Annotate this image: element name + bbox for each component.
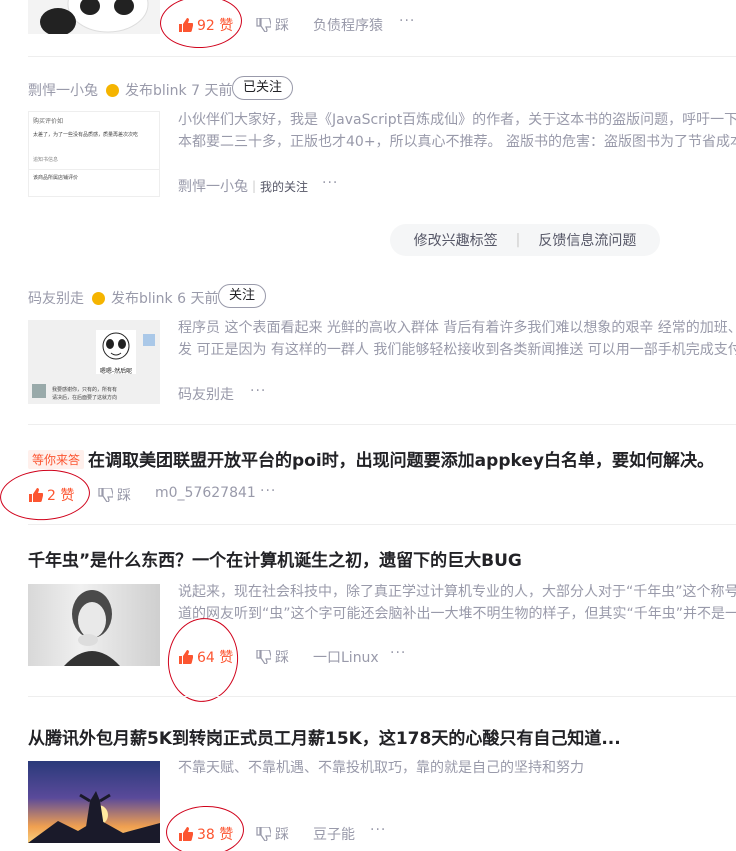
more-options-button[interactable]: ··· xyxy=(390,645,406,661)
more-options-button[interactable]: ··· xyxy=(370,822,386,838)
question-author[interactable]: m0_57627841 xyxy=(155,485,256,501)
separator: | xyxy=(252,179,257,193)
blink-author[interactable]: 剽悍一小兔 xyxy=(28,80,98,100)
thumbs-down-icon xyxy=(256,650,271,664)
verified-badge-icon xyxy=(92,291,105,305)
article-title[interactable]: 从腾讯外包月薪5K到转岗正式员工月薪15K，这178天的心酸只有自己知道... xyxy=(28,724,621,749)
feed-divider xyxy=(28,696,736,697)
thumbs-up-icon xyxy=(29,488,43,502)
like-button[interactable]: 2 赞 xyxy=(28,485,74,505)
question-title[interactable]: 在调取美团联盟开放平台的poi时，出现问题要添加appkey白名单，要如何解决。 xyxy=(88,446,714,471)
blink-footer: 剽悍一小兔 | 我的关注 xyxy=(178,176,308,196)
follow-button[interactable]: 关注 xyxy=(218,284,267,308)
chat-line-2: 请决后，在后面要了这就方向 xyxy=(52,395,118,401)
like-button[interactable]: 64 赞 xyxy=(178,647,233,667)
blink-thumbnail-meme[interactable]: 嗯嗯-然后呢 我要感谢你，只有的，所有有 请决后，在后面要了这就方向 xyxy=(28,320,160,404)
thumb-text-3: 追知书信息 xyxy=(33,157,59,163)
more-options-button[interactable]: ··· xyxy=(250,383,266,399)
more-options-button[interactable]: ··· xyxy=(322,175,338,191)
blink-text-line-2[interactable]: 发 可正是因为 有这样的一群人 我们能够轻松接收到各类新闻推送 可以用一部手机完… xyxy=(178,338,736,362)
following-tag: 我的关注 xyxy=(260,179,309,194)
thumb-text-2: 太差了，为了一些没有品质感，质量再差次次吃 xyxy=(33,132,139,138)
panda-image-icon xyxy=(40,0,149,34)
blink-text-line-1[interactable]: 小伙伴们大家好，我是《JavaScript百炼成仙》的作者，关于这本书的盗版问题… xyxy=(178,108,736,132)
feed-divider xyxy=(28,56,736,57)
article-summary-line-2[interactable]: 道的网友听到“虫”这个字可能还会脑补出一大堆不明生物的样子，但其实“千年虫”并不… xyxy=(178,602,736,626)
portrait-photo-icon xyxy=(64,590,120,666)
verified-badge-icon xyxy=(106,83,119,97)
meme-panel: 嗯嗯-然后呢 xyxy=(96,330,136,375)
like-button[interactable]: 92 赞 xyxy=(178,15,233,35)
chat-line-1: 我要感谢你，只有的，所有有 xyxy=(52,387,118,393)
like-button[interactable]: 38 赞 xyxy=(178,824,233,844)
dislike-button[interactable]: 踩 xyxy=(256,647,289,667)
feedback-feed-issue-link[interactable]: 反馈信息流问题 xyxy=(538,230,636,250)
blink-thumbnail-review[interactable]: 购买评价如 太差了，为了一些没有品质感，质量再差次次吃 追知书信息 该商品所属店… xyxy=(28,111,160,197)
avatar xyxy=(32,384,46,398)
more-options-button[interactable]: ··· xyxy=(399,13,415,29)
article-thumbnail-sunset[interactable] xyxy=(28,761,160,843)
article-summary[interactable]: 不靠天赋、不靠机遇、不靠投机取巧，靠的就是自己的坚持和努力 xyxy=(178,756,736,780)
feed-divider xyxy=(28,524,736,525)
like-count: 38 赞 xyxy=(197,827,234,843)
blink-meta: 发布blink 7 天前 xyxy=(125,83,233,99)
like-count: 2 赞 xyxy=(47,488,75,504)
thumbs-up-icon xyxy=(179,827,193,841)
article-thumbnail-panda[interactable] xyxy=(28,0,160,34)
like-count: 64 赞 xyxy=(197,650,234,666)
blink-text-line-2[interactable]: 本都要二三十多，正版也才40+，所以真心不推荐。 盗版书的危害：盗版图书为了节省… xyxy=(178,130,736,154)
dislike-label: 踩 xyxy=(275,650,289,666)
article-title[interactable]: 千年虫”是什么东西？一个在计算机诞生之初，遗留下的巨大BUG xyxy=(28,546,522,571)
thumbs-down-icon xyxy=(256,827,271,841)
more-options-button[interactable]: ··· xyxy=(260,483,276,499)
blink-footer-author[interactable]: 剽悍一小兔 xyxy=(178,176,248,196)
thumbs-up-icon xyxy=(179,650,193,664)
dislike-button[interactable]: 踩 xyxy=(256,15,289,35)
article-summary-line-1[interactable]: 说起来，现在社会科技中，除了真正学过计算机专业的人，大部分人对于“千年虫”这个称… xyxy=(178,580,736,604)
thumbs-up-icon xyxy=(179,18,193,32)
avatar xyxy=(143,334,155,346)
dislike-label: 踩 xyxy=(117,488,131,504)
blink-footer-author[interactable]: 码友别走 xyxy=(178,384,234,404)
edit-interest-tags-link[interactable]: 修改兴趣标签 xyxy=(414,230,498,250)
thumbs-down-icon xyxy=(256,18,271,32)
feed-divider xyxy=(28,424,736,425)
panda-meme-icon xyxy=(102,332,130,360)
blink-header: 码友别走 发布blink 6 天前 xyxy=(28,288,218,308)
article-thumbnail-portrait[interactable] xyxy=(28,584,160,666)
article-author[interactable]: 负债程序猿 xyxy=(313,15,383,35)
answer-request-tag: 等你来答 xyxy=(28,450,85,469)
silhouette-photo-icon xyxy=(28,791,160,843)
thumb-text-4: 该商品所属店铺评价 xyxy=(33,175,79,181)
dislike-label: 踩 xyxy=(275,18,289,34)
article-author[interactable]: 一口Linux xyxy=(313,647,379,667)
article-author[interactable]: 豆子能 xyxy=(313,824,355,844)
blink-meta: 发布blink 6 天前 xyxy=(111,291,219,307)
meme-caption: 嗯嗯-然后呢 xyxy=(99,368,133,375)
thumbs-down-icon xyxy=(98,488,113,502)
thumb-text-1: 购买评价如 xyxy=(33,118,64,125)
separator: | xyxy=(515,232,521,248)
like-count: 92 赞 xyxy=(197,18,234,34)
blink-author[interactable]: 码友别走 xyxy=(28,288,84,308)
dislike-label: 踩 xyxy=(275,827,289,843)
following-button[interactable]: 已关注 xyxy=(232,76,294,100)
feedback-bar: 修改兴趣标签 | 反馈信息流问题 xyxy=(390,224,660,256)
dislike-button[interactable]: 踩 xyxy=(256,824,289,844)
blink-header: 剽悍一小兔 发布blink 7 天前 xyxy=(28,80,232,100)
blink-text-line-1[interactable]: 程序员 这个表面看起来 光鲜的高收入群体 背后有着许多我们难以想象的艰辛 经常的… xyxy=(178,316,736,340)
dislike-button[interactable]: 踩 xyxy=(98,485,131,505)
